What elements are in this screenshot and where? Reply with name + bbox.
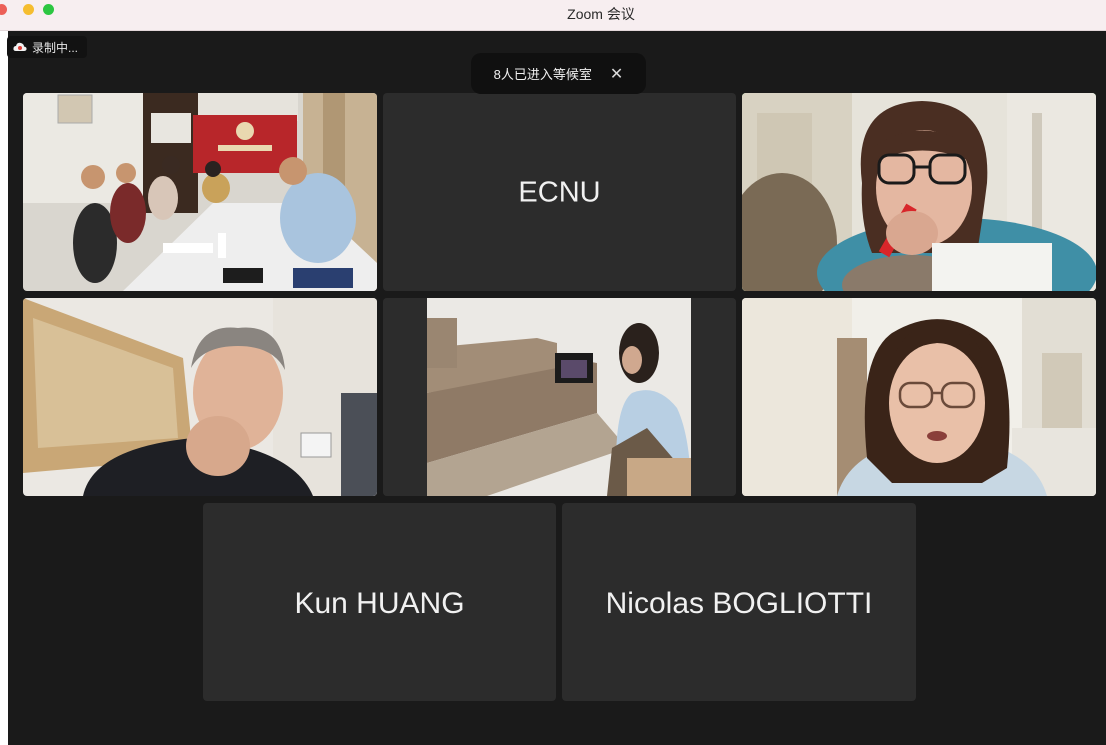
recording-indicator[interactable]: 录制中... bbox=[7, 36, 88, 58]
waiting-room-message: 8人已进入等候室 bbox=[493, 67, 592, 82]
window-titlebar: Zoom 会议 bbox=[0, 0, 1106, 31]
conference-room-video bbox=[23, 93, 377, 291]
man-thinking-video bbox=[23, 298, 377, 496]
participant-name: Kun HUANG bbox=[294, 587, 465, 620]
cloud-recording-icon bbox=[13, 42, 27, 52]
young-woman-video bbox=[742, 298, 1096, 496]
participant-name: Nicolas BOGLIOTTI bbox=[605, 587, 873, 620]
participant-tile-nicolas-bogliotti[interactable]: Nicolas BOGLIOTTI bbox=[562, 503, 916, 701]
participant-tile-man-thinking[interactable] bbox=[23, 298, 377, 496]
participant-tile-conference-room[interactable] bbox=[23, 93, 377, 291]
participant-tile-young-woman[interactable] bbox=[742, 298, 1096, 496]
close-icon[interactable]: ✕ bbox=[610, 64, 623, 84]
waiting-room-notice[interactable]: 8人已进入等候室 ✕ bbox=[471, 53, 646, 94]
classroom-video bbox=[383, 298, 736, 496]
participant-tile-classroom[interactable] bbox=[383, 298, 736, 496]
participant-name: ECNU bbox=[518, 176, 601, 209]
participant-tile-ecnu[interactable]: ECNU bbox=[383, 93, 736, 291]
window-title: Zoom 会议 bbox=[567, 6, 635, 22]
recording-label: 录制中... bbox=[32, 40, 79, 55]
participant-tile-active-speaker[interactable] bbox=[742, 93, 1096, 291]
participant-tile-kun-huang[interactable]: Kun HUANG bbox=[203, 503, 556, 701]
active-speaker-video bbox=[742, 93, 1096, 291]
